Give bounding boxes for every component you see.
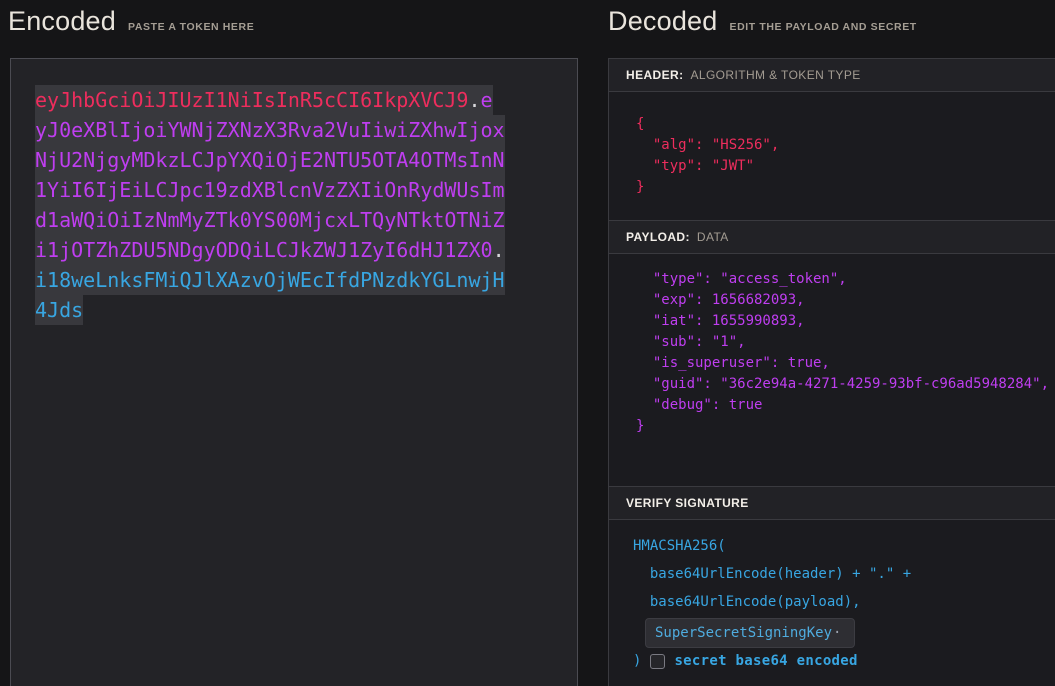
encoded-page-title: Encoded xyxy=(8,6,116,37)
secret-base64-checkbox-label[interactable]: secret base64 encoded xyxy=(674,653,857,669)
signature-close-row: ) secret base64 encoded xyxy=(633,653,1055,669)
secret-input-value: SuperSecretSigningKey xyxy=(655,625,832,641)
verify-signature-band: VERIFY SIGNATURE xyxy=(609,486,1055,520)
token-header-segment: eyJhbGciOiJIUzI1NiIsInR5cCI6IkpXVCJ9 xyxy=(35,85,468,115)
header-json-editor[interactable]: { "alg": "HS256", "typ": "JWT" } xyxy=(609,92,1055,220)
encode-payload-line: base64UrlEncode(payload), xyxy=(633,588,1055,616)
encoded-title-row: Encoded PASTE A TOKEN HERE xyxy=(8,6,254,37)
decoded-panel: HEADER: ALGORITHM & TOKEN TYPE { "alg": … xyxy=(608,58,1055,686)
header-json-text: { "alg": "HS256", "typ": "JWT" } xyxy=(609,92,1055,198)
secret-input-cursor: · xyxy=(833,625,841,641)
jwt-token-text: eyJhbGciOiJIUzI1NiIsInR5cCI6IkpXVCJ9.eyJ… xyxy=(35,85,505,325)
decoded-title-row: Decoded EDIT THE PAYLOAD AND SECRET xyxy=(608,6,917,37)
closing-paren: ) xyxy=(633,653,641,669)
token-separator: . xyxy=(468,85,480,115)
payload-section-band: PAYLOAD: DATA xyxy=(609,220,1055,254)
secret-base64-checkbox[interactable] xyxy=(650,654,665,669)
header-section-band: HEADER: ALGORITHM & TOKEN TYPE xyxy=(609,58,1055,92)
verify-signature-body: HMACSHA256( base64UrlEncode(header) + ".… xyxy=(609,520,1055,686)
encoded-subtitle: PASTE A TOKEN HERE xyxy=(128,21,254,33)
header-section-sublabel: ALGORITHM & TOKEN TYPE xyxy=(690,68,860,82)
decoded-subtitle: EDIT THE PAYLOAD AND SECRET xyxy=(729,21,916,33)
encode-header-line: base64UrlEncode(header) + "." + xyxy=(633,560,1055,588)
token-separator: . xyxy=(493,235,505,265)
token-signature-segment: i18weLnksFMiQJlXAzvOjWEcIfdPNzdkYGLnwjH4… xyxy=(35,265,505,325)
secret-input[interactable]: SuperSecretSigningKey · xyxy=(645,618,855,648)
hmac-function-line: HMACSHA256( xyxy=(633,532,1055,560)
jwt-debugger-page: Encoded PASTE A TOKEN HERE eyJhbGciOiJIU… xyxy=(0,0,1055,686)
header-section-label: HEADER: xyxy=(626,68,683,82)
payload-section-label: PAYLOAD: xyxy=(626,230,690,244)
verify-signature-label: VERIFY SIGNATURE xyxy=(626,496,749,510)
encoded-token-editor[interactable]: eyJhbGciOiJIUzI1NiIsInR5cCI6IkpXVCJ9.eyJ… xyxy=(10,58,578,686)
payload-json-editor[interactable]: "type": "access_token", "exp": 165668209… xyxy=(609,254,1055,486)
payload-json-text: "type": "access_token", "exp": 165668209… xyxy=(609,254,1055,437)
payload-section-sublabel: DATA xyxy=(697,230,729,244)
decoded-page-title: Decoded xyxy=(608,6,717,37)
